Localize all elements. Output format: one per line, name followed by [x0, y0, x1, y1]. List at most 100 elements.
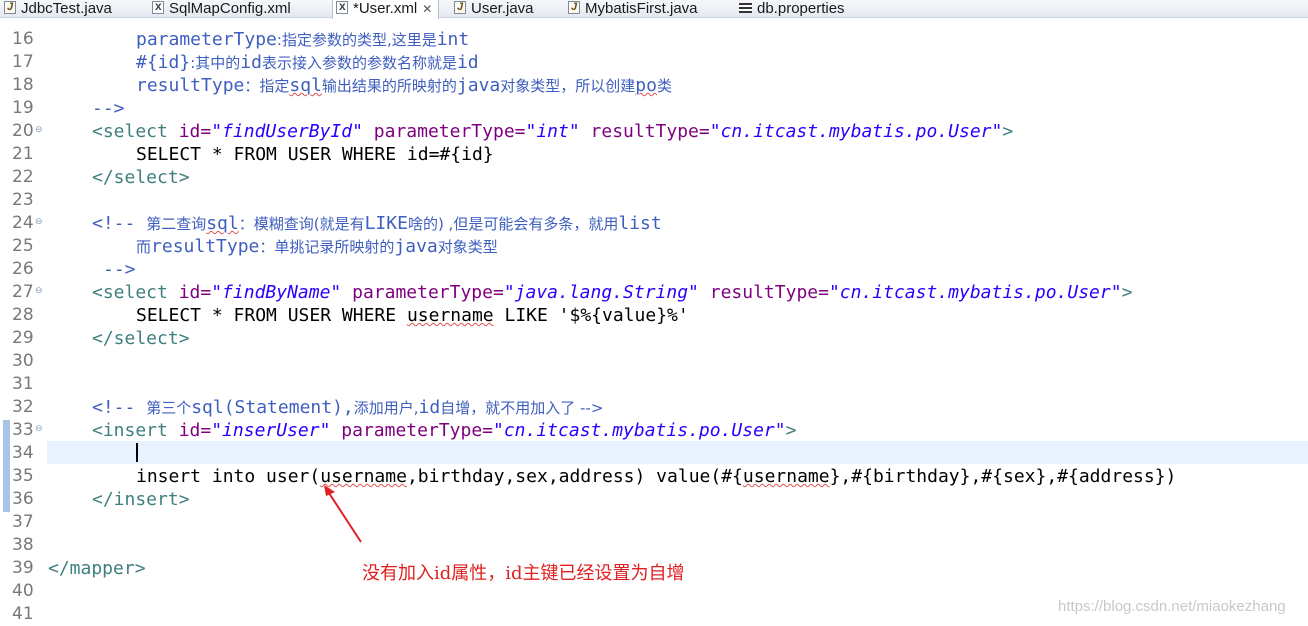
code-token: 添加用户,	[353, 399, 419, 417]
code-token: </mapper>	[48, 558, 146, 579]
code-token: #{id}	[136, 52, 191, 73]
code-token: parameterType=	[362, 121, 526, 142]
tab-label: JdbcTest.java	[21, 0, 112, 17]
code-token: "findUserById"	[211, 121, 363, 142]
line-number: 30	[12, 351, 34, 371]
line-number: 18	[12, 75, 34, 95]
line-number: 31	[12, 374, 34, 394]
code-token: ：单挑记录所映射的	[259, 238, 395, 256]
line-number: 29	[12, 328, 34, 348]
code-token: parameterType=	[330, 420, 493, 441]
code-token: id	[456, 52, 479, 73]
code-token: "findByName"	[211, 282, 342, 303]
line-number: 21	[12, 144, 34, 164]
code-token: username	[406, 305, 494, 326]
code-token: "cn.itcast.mybatis.po.User"	[828, 282, 1122, 303]
code-line: 30	[0, 350, 1308, 373]
code-line: 16 parameterType:指定参数的类型,这里是int	[0, 28, 1308, 51]
code-token: sql	[289, 75, 322, 96]
tab-label: User.java	[471, 0, 534, 17]
fold-toggle-icon[interactable]: ⊖	[35, 125, 43, 135]
code-token: "java.lang.String"	[503, 282, 699, 303]
xml-file-icon	[336, 0, 348, 15]
code-token: <select	[92, 121, 179, 142]
line-number: 41	[12, 604, 34, 624]
close-tab-icon[interactable]: ✕	[422, 2, 432, 16]
code-token: :其中的	[190, 54, 241, 72]
code-token: 第三个	[146, 399, 192, 417]
code-line: 19 -->	[0, 97, 1308, 120]
fold-toggle-icon[interactable]: ⊖	[35, 286, 43, 296]
code-token: ：模糊查询(就是有	[238, 215, 365, 233]
code-token: "int"	[525, 121, 580, 142]
code-token: resultType	[151, 236, 260, 257]
code-token: list	[618, 213, 662, 234]
code-token: sql(Statement),	[191, 397, 354, 418]
code-line: 18 resultType：指定sql输出结果的所映射的java对象类型，所以创…	[0, 74, 1308, 97]
java-file-icon	[454, 0, 466, 16]
code-token: 表示接入参数的参数名称就是	[261, 54, 457, 72]
code-token: 第二查询	[146, 215, 207, 233]
code-token: ,birthday,sex,address) value(#{	[406, 466, 743, 487]
code-token: resultType	[136, 75, 245, 96]
code-line: 34	[0, 442, 1308, 465]
code-line: 26 -->	[0, 258, 1308, 281]
editor-tab-bar: JdbcTest.java SqlMapConfig.xml *User.xml…	[0, 0, 1308, 19]
tab-user-xml[interactable]: *User.xml ✕	[332, 0, 440, 19]
code-token: id=	[178, 282, 212, 303]
tab-sqlmapconfig[interactable]: SqlMapConfig.xml	[152, 0, 291, 18]
code-token: po	[635, 75, 657, 96]
line-number: 22	[12, 167, 34, 187]
fold-toggle-icon[interactable]: ⊖	[35, 217, 43, 227]
code-token: >	[1121, 282, 1133, 303]
code-line: 25 而resultType：单挑记录所映射的java对象类型	[0, 235, 1308, 258]
tab-jdbctest[interactable]: JdbcTest.java	[4, 0, 112, 18]
code-token: >	[1002, 121, 1014, 142]
code-token: 啥的) ,但是可能会有多条，就用	[407, 215, 619, 233]
code-token: id	[240, 52, 262, 73]
code-token: </select>	[92, 167, 190, 188]
java-file-icon	[568, 0, 580, 16]
code-token: resultType=	[698, 282, 829, 303]
code-token: 类	[656, 77, 672, 95]
code-line: 38	[0, 534, 1308, 557]
line-number: 16	[12, 29, 34, 49]
tab-user-java[interactable]: User.java	[454, 0, 534, 18]
line-number: 36	[12, 489, 34, 509]
code-token: "cn.itcast.mybatis.po.User"	[493, 420, 786, 441]
line-number: 39	[12, 558, 34, 578]
code-token: <insert	[92, 420, 179, 441]
code-line: 32 <!-- 第三个sql(Statement),添加用户,id自增，就不用加…	[0, 396, 1308, 419]
xml-file-icon	[152, 0, 164, 15]
code-token: },#{birthday},#{sex},#{address})	[829, 466, 1177, 487]
line-number: 23	[12, 190, 34, 210]
code-line: 24 ⊖ <!-- 第二查询sql：模糊查询(就是有LIKE啥的) ,但是可能会…	[0, 212, 1308, 235]
code-token: </select>	[92, 328, 190, 349]
code-token: ：指定	[244, 77, 290, 95]
properties-file-icon	[739, 1, 752, 14]
tab-label: MybatisFirst.java	[585, 0, 698, 17]
code-token: sql	[206, 213, 239, 234]
line-number: 35	[12, 466, 34, 486]
fold-toggle-icon[interactable]: ⊖	[35, 424, 43, 434]
line-number: 34	[12, 443, 34, 463]
code-line: 33 ⊖ <insert id="inserUser" parameterTyp…	[0, 419, 1308, 442]
code-token: parameterType=	[341, 282, 504, 303]
watermark: https://blog.csdn.net/miaokezhang	[1058, 598, 1286, 615]
tab-label: *User.xml	[353, 0, 418, 17]
code-line: 22 </select>	[0, 166, 1308, 189]
code-line: 17 #{id}:其中的id表示接入参数的参数名称就是id	[0, 51, 1308, 74]
line-number: 19	[12, 98, 34, 118]
line-number: 32	[12, 397, 34, 417]
code-token: 输出结果的所映射的	[321, 77, 457, 95]
code-token: username	[742, 466, 830, 487]
tab-db-properties[interactable]: db.properties	[739, 0, 845, 18]
code-token: LIKE	[364, 213, 408, 234]
code-line: 27 ⊖ <select id="findByName" parameterTy…	[0, 281, 1308, 304]
code-token: java	[394, 236, 438, 257]
code-token: >	[785, 420, 797, 441]
line-number: 17	[12, 52, 34, 72]
text-cursor	[136, 443, 138, 462]
code-token: java	[456, 75, 501, 96]
tab-mybatisfirst[interactable]: MybatisFirst.java	[568, 0, 698, 18]
